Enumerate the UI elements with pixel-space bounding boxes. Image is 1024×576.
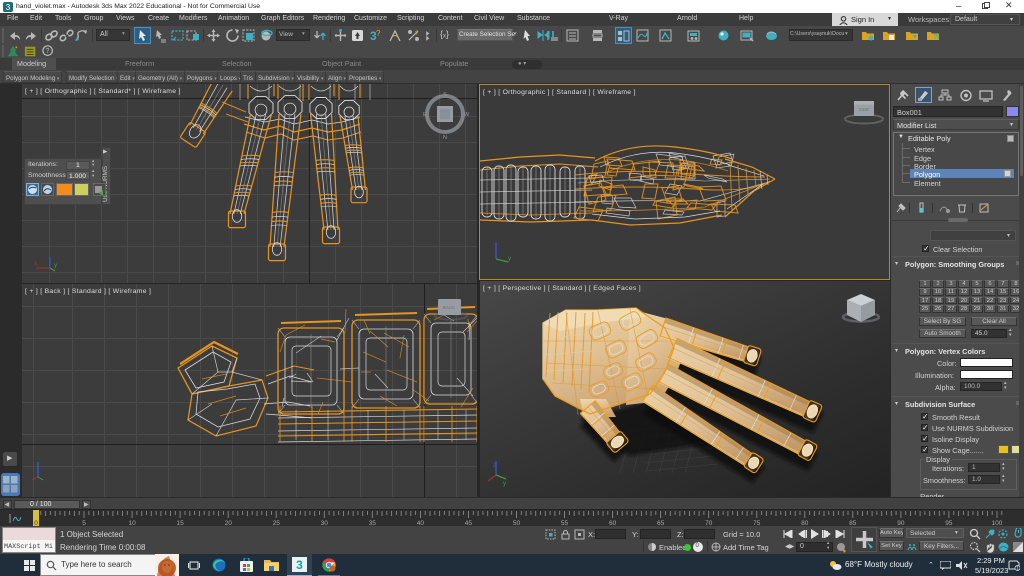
- svg-text:3: 3: [296, 558, 303, 572]
- svg-text:SIDE: SIDE: [859, 107, 870, 112]
- svg-text:1: 1: [1016, 566, 1019, 571]
- svg-text:z: z: [493, 463, 496, 469]
- svg-text:x: x: [34, 261, 37, 267]
- svg-text:E: E: [423, 112, 427, 118]
- svg-text:y: y: [503, 481, 506, 487]
- svg-text:y: y: [54, 263, 57, 269]
- svg-text:?: ?: [376, 29, 381, 38]
- svg-text:BACK: BACK: [443, 305, 455, 310]
- svg-text:W: W: [464, 112, 470, 118]
- svg-text:N: N: [443, 135, 447, 140]
- svg-text:y: y: [508, 256, 511, 262]
- svg-text:S: S: [443, 92, 447, 98]
- svg-text:3: 3: [6, 3, 11, 12]
- svg-text:?: ?: [45, 48, 49, 55]
- svg-text:?: ?: [415, 31, 419, 37]
